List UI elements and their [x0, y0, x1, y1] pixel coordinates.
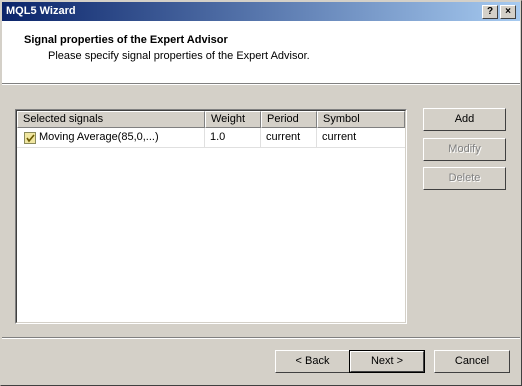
cancel-button[interactable]: Cancel: [434, 350, 510, 373]
modify-button-label: Modify: [448, 143, 481, 155]
back-button-label: < Back: [295, 355, 330, 367]
window-title: MQL5 Wizard: [6, 5, 76, 17]
delete-button-label: Delete: [448, 172, 481, 184]
add-button-label: Add: [454, 113, 475, 125]
cell-period: current: [261, 128, 317, 147]
wizard-window: MQL5 Wizard ? × Signal properties of the…: [0, 0, 522, 386]
footer-divider: [2, 337, 520, 339]
column-header-period[interactable]: Period: [261, 111, 317, 128]
column-header-signals[interactable]: Selected signals: [17, 111, 205, 128]
table-row[interactable]: Moving Average(85,0,...) 1.0 current cur…: [17, 128, 405, 148]
delete-button[interactable]: Delete: [423, 167, 506, 190]
add-button[interactable]: Add: [423, 108, 506, 131]
column-header-weight[interactable]: Weight: [205, 111, 261, 128]
cancel-button-label: Cancel: [454, 355, 490, 367]
back-button[interactable]: < Back: [275, 350, 350, 373]
next-button-label: Next >: [370, 355, 404, 367]
cell-signal: Moving Average(85,0,...): [35, 128, 205, 147]
page-subtitle: Please specify signal properties of the …: [48, 50, 310, 62]
header-divider: [2, 83, 520, 85]
cell-weight: 1.0: [205, 128, 261, 147]
close-button[interactable]: ×: [500, 5, 516, 19]
list-header: Selected signals Weight Period Symbol: [17, 111, 405, 128]
wizard-header: Signal properties of the Expert Advisor …: [2, 21, 520, 83]
modify-button[interactable]: Modify: [423, 138, 506, 161]
page-title: Signal properties of the Expert Advisor: [24, 34, 228, 46]
title-bar[interactable]: MQL5 Wizard ? ×: [2, 2, 520, 21]
signals-list[interactable]: Selected signals Weight Period Symbol Mo…: [15, 109, 407, 324]
cell-symbol: current: [322, 131, 357, 143]
next-button[interactable]: Next >: [349, 350, 425, 373]
help-button[interactable]: ?: [482, 5, 498, 19]
column-header-symbol[interactable]: Symbol: [317, 111, 405, 128]
